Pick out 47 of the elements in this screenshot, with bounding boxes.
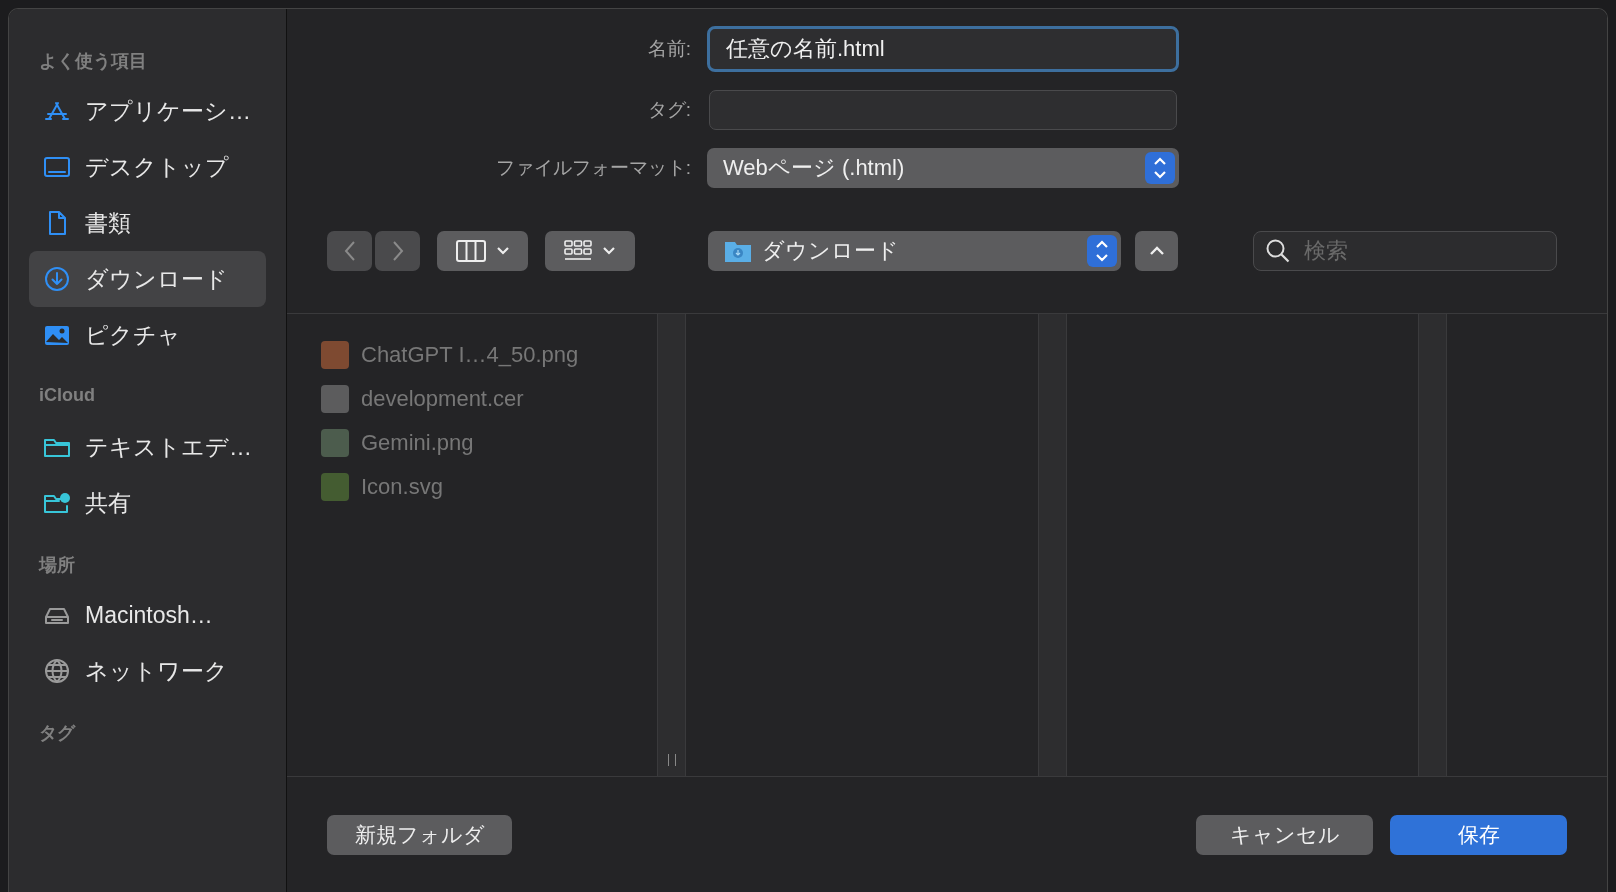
chevron-left-icon <box>342 240 357 262</box>
name-field[interactable]: 任意の名前.html <box>707 26 1179 72</box>
columns-icon <box>455 240 486 262</box>
name-label: 名前: <box>647 37 691 61</box>
search-icon <box>1265 238 1291 264</box>
stepper-arrows-icon <box>1087 235 1117 267</box>
search-field[interactable]: 検索 <box>1253 231 1557 271</box>
primary-button[interactable]: 保存 <box>1390 815 1567 855</box>
tags-field[interactable] <box>709 90 1177 130</box>
gallery-grid-icon <box>564 240 592 262</box>
sidebar-item[interactable]: 書類 <box>29 195 266 251</box>
sidebar-item[interactable]: Macintosh… <box>29 587 266 643</box>
gallery-view-button[interactable] <box>545 231 635 271</box>
back-button[interactable] <box>327 231 372 271</box>
column-resize-handle[interactable] <box>668 754 676 766</box>
chevron-down-icon <box>495 246 510 256</box>
stepper-arrows-icon <box>1145 152 1175 184</box>
sidebar-item[interactable]: 共有 <box>29 475 266 531</box>
sidebar-item[interactable]: デスクトップ <box>29 139 266 195</box>
sidebar-item[interactable]: テキストエデ… <box>29 419 266 475</box>
file-thumbnail-icon <box>321 385 349 413</box>
sidebar-item[interactable]: ピクチャ <box>29 307 266 363</box>
sidebar-section-heading: よく使う項目 <box>39 50 148 73</box>
sidebar-section-heading: タグ <box>39 722 77 745</box>
chevron-down-icon <box>602 246 616 256</box>
file-thumbnail-icon <box>321 341 349 369</box>
sidebar-section-heading: iCloud <box>39 385 96 407</box>
chevron-up-icon <box>1148 246 1165 256</box>
sidebar-item[interactable]: アプリケーシ… <box>29 83 266 139</box>
secondary-button[interactable]: 新規フォルダ <box>327 815 512 855</box>
secondary-button[interactable]: キャンセル <box>1196 815 1373 855</box>
sidebar-item[interactable]: ネットワーク <box>29 643 266 699</box>
format-dropdown[interactable]: Webページ (.html) <box>707 148 1179 188</box>
sidebar-section-heading: 場所 <box>39 554 76 577</box>
download-icon <box>43 265 71 293</box>
sidebar-item[interactable]: ダウンロード <box>29 251 266 307</box>
enclosing-folder-button[interactable] <box>1135 231 1178 271</box>
column-view-button[interactable] <box>437 231 528 271</box>
globe-icon <box>43 657 71 685</box>
file-thumbnail-icon <box>321 429 349 457</box>
location-dropdown[interactable]: ダウンロード <box>708 231 1121 271</box>
chevron-right-icon <box>390 240 405 262</box>
forward-button[interactable] <box>375 231 420 271</box>
tags-label: タグ: <box>647 98 691 122</box>
file-thumbnail-icon <box>321 473 349 501</box>
download-folder-icon <box>724 239 752 263</box>
format-label: ファイルフォーマット: <box>495 156 691 180</box>
